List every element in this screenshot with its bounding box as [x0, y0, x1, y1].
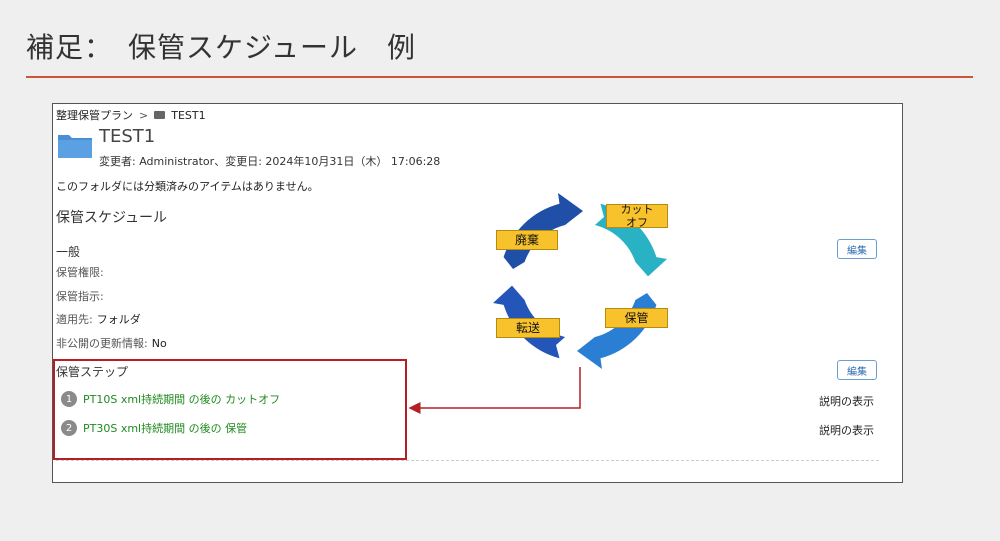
- cycle-label-store: 保管: [605, 308, 668, 328]
- cycle-label-cutoff: カット オフ: [606, 203, 668, 229]
- cycle-label-dispose: 廃棄: [496, 230, 558, 250]
- cycle-arrow-store: [577, 293, 657, 369]
- screenshot-panel: 整理保管プラン > TEST1 TEST1 変更者: Administrator…: [52, 103, 903, 483]
- connector-arrow: [408, 367, 581, 414]
- cycle-label-transfer: 転送: [496, 318, 560, 338]
- title-divider: [26, 76, 973, 78]
- lifecycle-diagram: [408, 193, 667, 414]
- slide-title: 補足： 保管スケジュール 例: [26, 31, 417, 64]
